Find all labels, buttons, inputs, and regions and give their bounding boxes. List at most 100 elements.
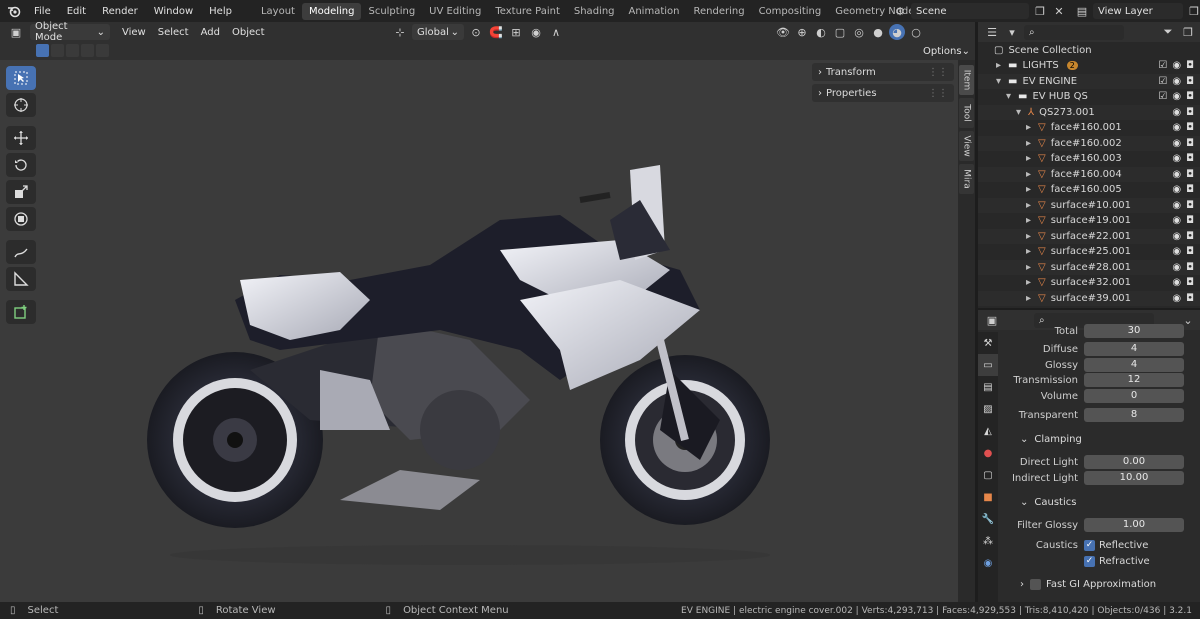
particles-properties-icon[interactable]: ⁂ bbox=[978, 530, 998, 552]
move-tool[interactable] bbox=[6, 126, 36, 150]
exclude-checkbox[interactable]: ☑ bbox=[1158, 91, 1167, 102]
render-camera-icon[interactable]: ◘ bbox=[1186, 246, 1194, 257]
outliner-row[interactable]: ▸ ▽ face#160.004 ◉ ◘ bbox=[978, 166, 1200, 182]
outliner-row[interactable]: ▾ ▬ EV HUB QS ☑ ◉ ◘ bbox=[978, 89, 1200, 105]
transform-tool[interactable] bbox=[6, 207, 36, 231]
transform-orientation-icon[interactable]: ⊹ bbox=[392, 24, 408, 40]
new-collection-icon[interactable]: ❐ bbox=[1180, 24, 1196, 40]
scene-icon[interactable]: ⚙ bbox=[892, 3, 908, 19]
filter-glossy-field[interactable]: 1.00 bbox=[1084, 518, 1184, 532]
blender-logo-icon[interactable] bbox=[6, 3, 22, 19]
render-camera-icon[interactable]: ◘ bbox=[1186, 262, 1194, 273]
select-new-icon[interactable] bbox=[36, 44, 49, 57]
expand-closed-icon[interactable]: ▸ bbox=[1026, 277, 1038, 288]
snap-icon[interactable]: 🧲 bbox=[488, 24, 504, 40]
add-cube-tool[interactable] bbox=[6, 300, 36, 324]
visibility-eye-icon[interactable]: ◉ bbox=[1172, 107, 1181, 118]
solid-shading-icon[interactable]: ● bbox=[870, 24, 886, 40]
render-camera-icon[interactable]: ◘ bbox=[1186, 122, 1194, 133]
outliner-row[interactable]: ▸ ▽ face#160.002 ◉ ◘ bbox=[978, 135, 1200, 151]
wireframe-shading-icon[interactable]: ◎ bbox=[851, 24, 867, 40]
total-value-field[interactable]: 30 bbox=[1084, 324, 1184, 338]
editor-type-icon[interactable]: ▣ bbox=[984, 312, 1000, 328]
visibility-eye-icon[interactable]: ◉ bbox=[1172, 60, 1181, 71]
bounce-value-field[interactable]: 12 bbox=[1084, 373, 1184, 387]
viewport-menu-view[interactable]: View bbox=[122, 27, 146, 38]
menu-file[interactable]: File bbox=[26, 6, 59, 17]
caustics-panel-header[interactable]: ⌄ Caustics bbox=[1002, 494, 1196, 510]
view-layer-selector[interactable]: View Layer bbox=[1093, 3, 1183, 19]
tab-view[interactable]: View bbox=[959, 131, 974, 161]
object-properties-icon[interactable]: ■ bbox=[978, 486, 998, 508]
drag-handle-icon[interactable]: ⋮⋮ bbox=[928, 88, 948, 99]
scale-tool[interactable] bbox=[6, 180, 36, 204]
clamping-value-field[interactable]: 0.00 bbox=[1084, 455, 1184, 469]
pivot-point-icon[interactable]: ⊙ bbox=[468, 24, 484, 40]
render-camera-icon[interactable]: ◘ bbox=[1186, 76, 1194, 87]
fast-gi-checkbox[interactable] bbox=[1030, 578, 1041, 590]
select-invert-icon[interactable] bbox=[81, 44, 94, 57]
viewport-menu-add[interactable]: Add bbox=[201, 27, 220, 38]
overlay-icon[interactable]: ◐ bbox=[813, 24, 829, 40]
outliner-row[interactable]: ▸ ▽ surface#19.001 ◉ ◘ bbox=[978, 213, 1200, 229]
outliner-row[interactable]: ▸ ▽ face#160.001 ◉ ◘ bbox=[978, 120, 1200, 136]
tool-properties-icon[interactable]: ⚒ bbox=[978, 332, 998, 354]
visibility-eye-icon[interactable]: ◉ bbox=[1172, 184, 1181, 195]
material-shading-icon[interactable]: ◕ bbox=[889, 24, 905, 40]
visibility-eye-icon[interactable]: ◉ bbox=[1172, 231, 1181, 242]
outliner-row[interactable]: ▸ ▽ surface#25.001 ◉ ◘ bbox=[978, 244, 1200, 260]
refractive-checkbox[interactable]: ✓ bbox=[1084, 555, 1095, 567]
exclude-checkbox[interactable]: ☑ bbox=[1158, 76, 1167, 87]
fast-gi-panel-header[interactable]: › Fast GI Approximation bbox=[1002, 576, 1196, 592]
render-camera-icon[interactable]: ◘ bbox=[1186, 91, 1194, 102]
visibility-eye-icon[interactable]: ◉ bbox=[1172, 153, 1181, 164]
visibility-eye-icon[interactable]: ◉ bbox=[1172, 262, 1181, 273]
render-camera-icon[interactable]: ◘ bbox=[1186, 153, 1194, 164]
render-camera-icon[interactable]: ◘ bbox=[1186, 277, 1194, 288]
outliner-row[interactable]: ▾ ▬ EV ENGINE ☑ ◉ ◘ bbox=[978, 73, 1200, 89]
reflective-checkbox[interactable]: ✓ bbox=[1084, 539, 1095, 551]
bounce-value-field[interactable]: 4 bbox=[1084, 358, 1184, 372]
expand-closed-icon[interactable]: ▸ bbox=[1026, 246, 1038, 257]
outliner-row[interactable]: ▸ ▽ surface#39.001 ◉ ◘ bbox=[978, 290, 1200, 306]
select-intersect-icon[interactable] bbox=[96, 44, 109, 57]
mode-selector[interactable]: Object Mode ⌄ bbox=[30, 21, 110, 43]
render-camera-icon[interactable]: ◘ bbox=[1186, 60, 1194, 71]
tab-animation[interactable]: Animation bbox=[622, 3, 687, 20]
snap-target-icon[interactable]: ⊞ bbox=[508, 24, 524, 40]
tab-uv-editing[interactable]: UV Editing bbox=[422, 3, 488, 20]
outliner-row[interactable]: ▸ ▽ surface#22.001 ◉ ◘ bbox=[978, 228, 1200, 244]
transform-panel-header[interactable]: › Transform ⋮⋮ bbox=[812, 63, 954, 81]
annotate-tool[interactable] bbox=[6, 240, 36, 264]
expand-closed-icon[interactable]: ▸ bbox=[1026, 122, 1038, 133]
tab-compositing[interactable]: Compositing bbox=[752, 3, 829, 20]
bounce-value-field[interactable]: 8 bbox=[1084, 408, 1184, 422]
output-properties-icon[interactable]: ▤ bbox=[978, 376, 998, 398]
menu-edit[interactable]: Edit bbox=[59, 6, 94, 17]
expand-closed-icon[interactable]: ▸ bbox=[1026, 293, 1038, 304]
expand-open-icon[interactable]: ▾ bbox=[1016, 107, 1028, 118]
render-camera-icon[interactable]: ◘ bbox=[1186, 200, 1194, 211]
visibility-eye-icon[interactable]: ◉ bbox=[1172, 91, 1181, 102]
delete-scene-icon[interactable]: ✕ bbox=[1051, 3, 1067, 19]
collection-properties-icon[interactable]: ▢ bbox=[978, 464, 998, 486]
3d-viewport[interactable] bbox=[0, 60, 960, 602]
clamping-value-field[interactable]: 10.00 bbox=[1084, 471, 1184, 485]
measure-tool[interactable] bbox=[6, 267, 36, 291]
render-camera-icon[interactable]: ◘ bbox=[1186, 293, 1194, 304]
visibility-eye-icon[interactable]: ◉ bbox=[1172, 293, 1181, 304]
menu-render[interactable]: Render bbox=[94, 6, 146, 17]
expand-closed-icon[interactable]: ▸ bbox=[1026, 200, 1038, 211]
render-camera-icon[interactable]: ◘ bbox=[1186, 138, 1194, 149]
select-extend-icon[interactable] bbox=[51, 44, 64, 57]
clamping-panel-header[interactable]: ⌄ Clamping bbox=[1002, 431, 1196, 447]
outliner-row[interactable]: ▸ ▬ LIGHTS 2 ☑ ◉ ◘ bbox=[978, 58, 1200, 74]
tab-modeling[interactable]: Modeling bbox=[301, 2, 362, 20]
exclude-checkbox[interactable]: ☑ bbox=[1158, 60, 1167, 71]
expand-closed-icon[interactable]: ▸ bbox=[996, 60, 1008, 71]
tab-sculpting[interactable]: Sculpting bbox=[361, 3, 422, 20]
render-camera-icon[interactable]: ◘ bbox=[1186, 231, 1194, 242]
options-button[interactable]: Options ⌄ bbox=[918, 44, 970, 59]
visibility-eye-icon[interactable]: ◉ bbox=[1172, 246, 1181, 257]
visibility-eye-icon[interactable]: ◉ bbox=[1172, 215, 1181, 226]
